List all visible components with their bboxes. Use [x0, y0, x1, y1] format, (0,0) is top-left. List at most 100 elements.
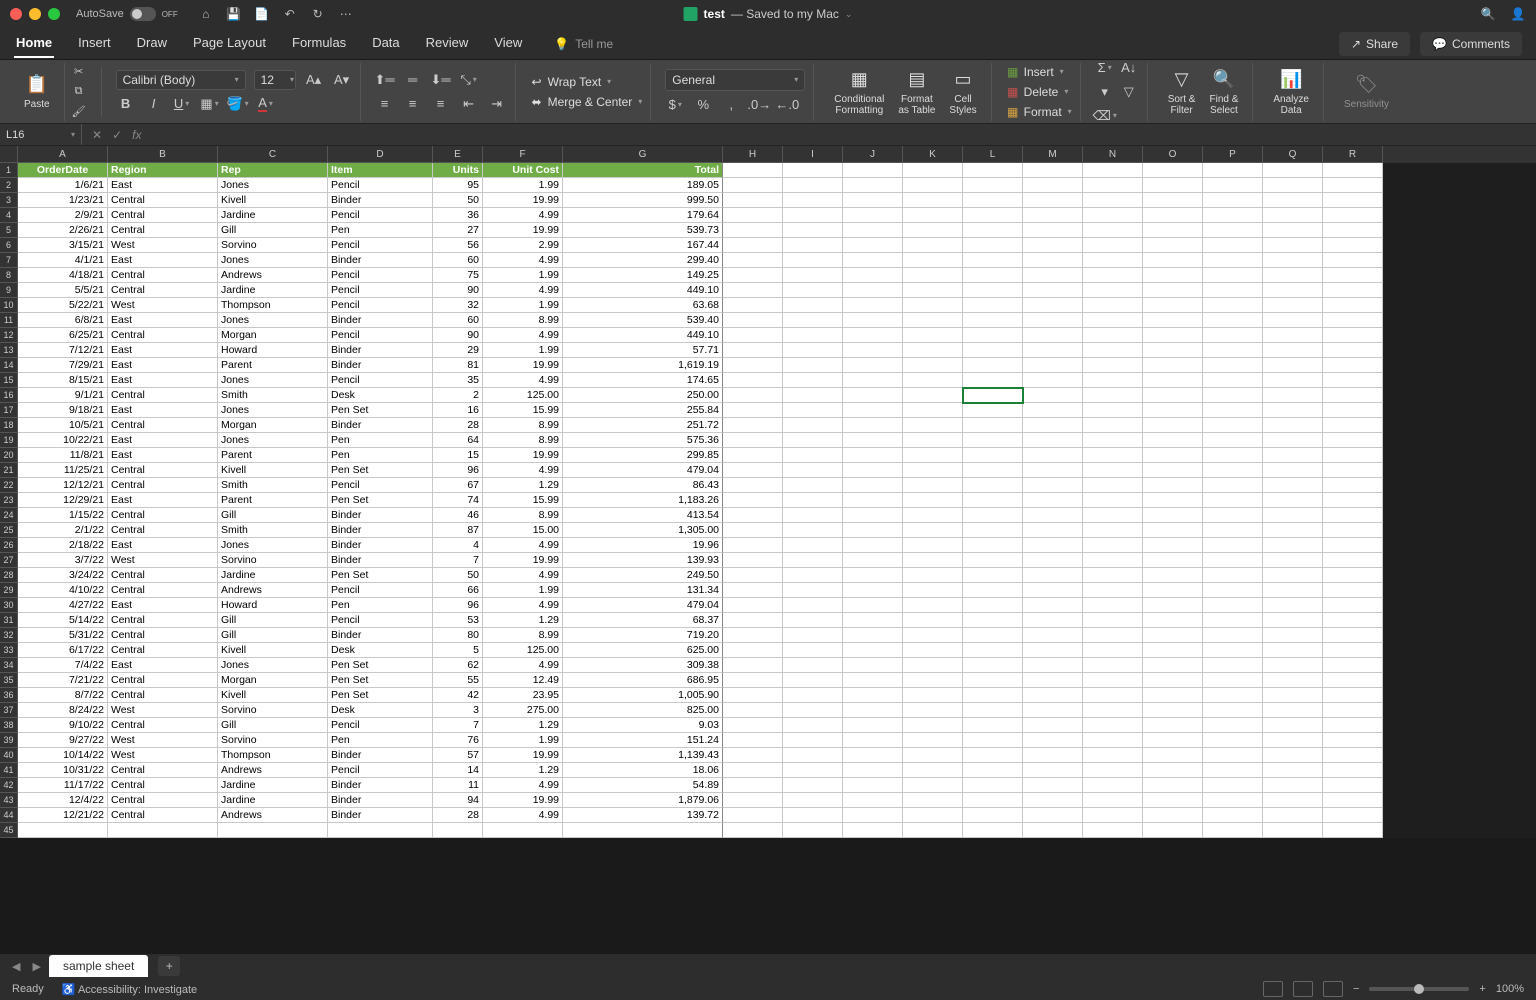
align-middle-icon[interactable]: ═	[403, 70, 423, 90]
cell-B35[interactable]: Central	[108, 673, 218, 688]
cell-J42[interactable]	[843, 778, 903, 793]
cell-P27[interactable]	[1203, 553, 1263, 568]
cell-M10[interactable]	[1023, 298, 1083, 313]
cell-B2[interactable]: East	[108, 178, 218, 193]
cell-A22[interactable]: 12/12/21	[18, 478, 108, 493]
cell-R10[interactable]	[1323, 298, 1383, 313]
cell-B12[interactable]: Central	[108, 328, 218, 343]
cell-N19[interactable]	[1083, 433, 1143, 448]
cell-G34[interactable]: 309.38	[563, 658, 723, 673]
cell-I41[interactable]	[783, 763, 843, 778]
cell-Q14[interactable]	[1263, 358, 1323, 373]
cell-Q44[interactable]	[1263, 808, 1323, 823]
cell-K25[interactable]	[903, 523, 963, 538]
cell-P35[interactable]	[1203, 673, 1263, 688]
cell-Q25[interactable]	[1263, 523, 1323, 538]
cell-D15[interactable]: Pencil	[328, 373, 433, 388]
row-header-5[interactable]: 5	[0, 223, 18, 238]
cell-M6[interactable]	[1023, 238, 1083, 253]
cell-E35[interactable]: 55	[433, 673, 483, 688]
cell-I38[interactable]	[783, 718, 843, 733]
cell-F2[interactable]: 1.99	[483, 178, 563, 193]
column-header-N[interactable]: N	[1083, 146, 1143, 163]
cell-G30[interactable]: 479.04	[563, 598, 723, 613]
cell-I30[interactable]	[783, 598, 843, 613]
cell-N15[interactable]	[1083, 373, 1143, 388]
cell-K9[interactable]	[903, 283, 963, 298]
cell-O21[interactable]	[1143, 463, 1203, 478]
cell-D42[interactable]: Binder	[328, 778, 433, 793]
cell-B17[interactable]: East	[108, 403, 218, 418]
cell-O17[interactable]	[1143, 403, 1203, 418]
cell-M35[interactable]	[1023, 673, 1083, 688]
cell-O2[interactable]	[1143, 178, 1203, 193]
cell-M20[interactable]	[1023, 448, 1083, 463]
cell-A19[interactable]: 10/22/21	[18, 433, 108, 448]
cell-P41[interactable]	[1203, 763, 1263, 778]
cell-K3[interactable]	[903, 193, 963, 208]
cell-F34[interactable]: 4.99	[483, 658, 563, 673]
cell-M38[interactable]	[1023, 718, 1083, 733]
cell-H42[interactable]	[723, 778, 783, 793]
cell-N4[interactable]	[1083, 208, 1143, 223]
cell-P31[interactable]	[1203, 613, 1263, 628]
cell-H40[interactable]	[723, 748, 783, 763]
cell-J22[interactable]	[843, 478, 903, 493]
cell-A10[interactable]: 5/22/21	[18, 298, 108, 313]
cell-K35[interactable]	[903, 673, 963, 688]
cell-R1[interactable]	[1323, 163, 1383, 178]
cell-A26[interactable]: 2/18/22	[18, 538, 108, 553]
cell-F10[interactable]: 1.99	[483, 298, 563, 313]
cell-D5[interactable]: Pen	[328, 223, 433, 238]
cell-D7[interactable]: Binder	[328, 253, 433, 268]
cell-D2[interactable]: Pencil	[328, 178, 433, 193]
cell-N3[interactable]	[1083, 193, 1143, 208]
cell-K21[interactable]	[903, 463, 963, 478]
ribbon-tab-page-layout[interactable]: Page Layout	[191, 29, 268, 58]
cell-O45[interactable]	[1143, 823, 1203, 838]
cell-K31[interactable]	[903, 613, 963, 628]
cell-Q11[interactable]	[1263, 313, 1323, 328]
cell-C32[interactable]: Gill	[218, 628, 328, 643]
cell-O39[interactable]	[1143, 733, 1203, 748]
cell-M44[interactable]	[1023, 808, 1083, 823]
cell-O11[interactable]	[1143, 313, 1203, 328]
row-header-41[interactable]: 41	[0, 763, 18, 778]
cell-A11[interactable]: 6/8/21	[18, 313, 108, 328]
cell-K28[interactable]	[903, 568, 963, 583]
cell-Q9[interactable]	[1263, 283, 1323, 298]
cell-A45[interactable]	[18, 823, 108, 838]
cell-K29[interactable]	[903, 583, 963, 598]
cell-E5[interactable]: 27	[433, 223, 483, 238]
cell-G33[interactable]: 625.00	[563, 643, 723, 658]
cell-O4[interactable]	[1143, 208, 1203, 223]
cell-C29[interactable]: Andrews	[218, 583, 328, 598]
cell-D37[interactable]: Desk	[328, 703, 433, 718]
cell-H38[interactable]	[723, 718, 783, 733]
cell-K24[interactable]	[903, 508, 963, 523]
cell-G24[interactable]: 413.54	[563, 508, 723, 523]
cell-L4[interactable]	[963, 208, 1023, 223]
cell-J45[interactable]	[843, 823, 903, 838]
cell-M23[interactable]	[1023, 493, 1083, 508]
cell-H45[interactable]	[723, 823, 783, 838]
cell-L40[interactable]	[963, 748, 1023, 763]
cell-C43[interactable]: Jardine	[218, 793, 328, 808]
cell-C7[interactable]: Jones	[218, 253, 328, 268]
cell-F36[interactable]: 23.95	[483, 688, 563, 703]
page-layout-view-button[interactable]	[1293, 981, 1313, 997]
cell-L36[interactable]	[963, 688, 1023, 703]
cell-A15[interactable]: 8/15/21	[18, 373, 108, 388]
cell-J7[interactable]	[843, 253, 903, 268]
cell-Q43[interactable]	[1263, 793, 1323, 808]
cell-H20[interactable]	[723, 448, 783, 463]
cell-B27[interactable]: West	[108, 553, 218, 568]
cell-B14[interactable]: East	[108, 358, 218, 373]
cell-R14[interactable]	[1323, 358, 1383, 373]
column-header-J[interactable]: J	[843, 146, 903, 163]
cell-P22[interactable]	[1203, 478, 1263, 493]
cell-Q34[interactable]	[1263, 658, 1323, 673]
cell-E10[interactable]: 32	[433, 298, 483, 313]
cell-F22[interactable]: 1.29	[483, 478, 563, 493]
row-header-9[interactable]: 9	[0, 283, 18, 298]
